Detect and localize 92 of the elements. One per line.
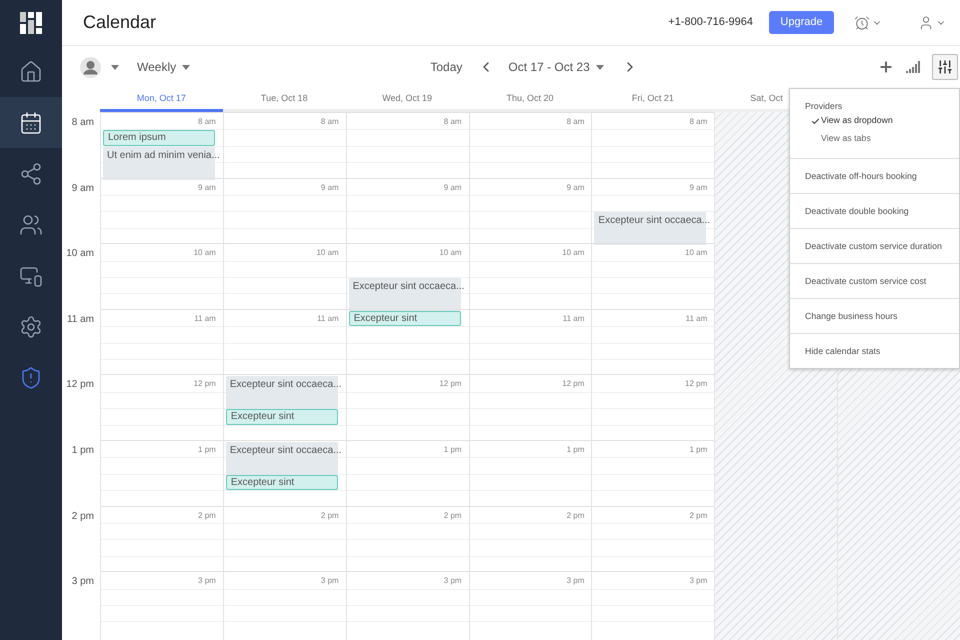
add-button[interactable] [878, 59, 894, 75]
time-label: 12 pm [66, 378, 94, 392]
event-block[interactable]: Excepteur sint [226, 409, 338, 425]
cell-time-label: 11 am [562, 312, 584, 325]
check-icon [811, 116, 820, 126]
home-icon [19, 60, 43, 84]
sliders-icon [937, 59, 953, 75]
cell-time-label: 3 pm [444, 575, 462, 588]
share-icon [19, 162, 43, 186]
cell-time-label: 10 am [194, 247, 216, 260]
today-button[interactable]: Today [430, 58, 462, 76]
time-label: 11 am [66, 312, 94, 327]
caret-icon [596, 64, 604, 70]
logo-icon [20, 12, 42, 34]
day-tab[interactable]: Mon, Oct 17 [100, 88, 223, 112]
day-tab[interactable]: Tue, Oct 18 [222, 88, 346, 112]
time-label: 1 pm [72, 444, 94, 458]
time-label: 10 am [66, 247, 94, 262]
cell-time-label: 1 pm [444, 444, 462, 456]
cell-time-label: 12 pm [194, 378, 216, 390]
menu-option[interactable]: View as tabs [821, 132, 871, 146]
cell-time-label: 3 pm [566, 575, 584, 588]
cell-time-label: 3 pm [320, 575, 339, 588]
cell-time-label: 9 am [444, 182, 462, 194]
cell-time-label: 11 am [317, 312, 339, 325]
cell-time-label: 9 am [566, 182, 584, 194]
avatar-icon [80, 56, 101, 78]
cell-time-label: 10 am [562, 247, 584, 260]
stats-button[interactable] [906, 61, 920, 73]
event-block[interactable]: Excepteur sint [226, 474, 338, 490]
event-block[interactable]: Excepteur sint occaeca... [348, 278, 461, 311]
alarm-icon [854, 14, 870, 30]
cell-time-label: 8 am [198, 116, 216, 128]
settings-icon [19, 314, 43, 338]
time-label: 2 pm [72, 510, 94, 524]
day-tab[interactable]: Wed, Oct 19 [346, 88, 469, 112]
plus-icon [878, 59, 894, 75]
cell-time-label: 9 am [198, 182, 216, 194]
cell-time-label: 2 pm [198, 510, 216, 522]
cell-time-label: 12 pm [562, 378, 584, 390]
date-range-selector[interactable]: Oct 17 - Oct 23 [508, 58, 604, 76]
menu-item[interactable]: Deactivate custom service cost [805, 275, 926, 287]
caret-icon [182, 64, 190, 70]
page-title: Calendar [83, 11, 156, 34]
sidebar-item[interactable] [0, 97, 62, 148]
cell-time-label: 10 am [316, 247, 339, 260]
cell-time-label: 2 pm [320, 510, 339, 522]
menu-item[interactable]: Change business hours [805, 310, 898, 322]
cell-time-label: 9 am [689, 182, 708, 194]
caret-icon [111, 64, 119, 70]
settings-button[interactable] [932, 54, 958, 80]
cell-time-label: 2 pm [444, 510, 462, 522]
cell-time-label: 12 pm [685, 378, 708, 390]
view-selector[interactable]: Weekly [137, 58, 190, 76]
time-label: 9 am [72, 182, 94, 196]
cell-time-label: 8 am [320, 116, 339, 128]
cell-time-label: 8 am [444, 116, 462, 128]
cell-time-label: 2 pm [566, 510, 584, 522]
upgrade-button[interactable]: Upgrade [769, 11, 834, 34]
cell-time-label: 10 am [439, 247, 462, 260]
alarm-button[interactable] [854, 14, 882, 30]
user-icon [918, 14, 934, 30]
cell-time-label: 3 pm [689, 575, 708, 588]
menu-item[interactable]: Hide calendar stats [805, 345, 880, 357]
cell-time-label: 3 pm [198, 575, 216, 588]
users-icon [19, 212, 43, 236]
provider-selector[interactable] [80, 56, 119, 78]
cell-time-label: 8 am [689, 116, 708, 128]
menu-option[interactable]: View as dropdown [821, 114, 893, 128]
menu-item[interactable]: Deactivate off-hours booking [805, 170, 917, 182]
cell-time-label: 1 pm [198, 444, 216, 456]
cell-time-label: 2 pm [689, 510, 708, 522]
day-tab[interactable]: Fri, Oct 21 [591, 88, 714, 112]
cell-time-label: 8 am [566, 116, 584, 128]
cell-time-label: 9 am [320, 182, 339, 194]
cell-time-label: 1 pm [566, 444, 584, 456]
cell-time-label: 11 am [194, 312, 216, 325]
calendar-icon [19, 110, 43, 134]
menu-item[interactable]: Deactivate custom service duration [805, 240, 942, 252]
cell-time-label: 1 pm [689, 444, 708, 456]
event-block[interactable]: Lorem ipsum [103, 130, 215, 146]
event-block[interactable]: Excepteur sint [348, 310, 461, 326]
cell-time-label: 12 pm [439, 378, 462, 390]
menu-item[interactable]: Deactivate double booking [805, 205, 909, 217]
signal-bars-icon [906, 61, 920, 73]
account-button[interactable] [918, 14, 946, 30]
day-tab[interactable]: Thu, Oct 20 [468, 88, 592, 112]
phone-number: +1-800-716-9964 [668, 15, 753, 30]
cell-time-label: 10 am [685, 247, 708, 260]
cell-time-label: 11 am [686, 312, 708, 325]
time-label: 3 pm [72, 575, 94, 590]
time-label: 8 am [72, 116, 94, 130]
